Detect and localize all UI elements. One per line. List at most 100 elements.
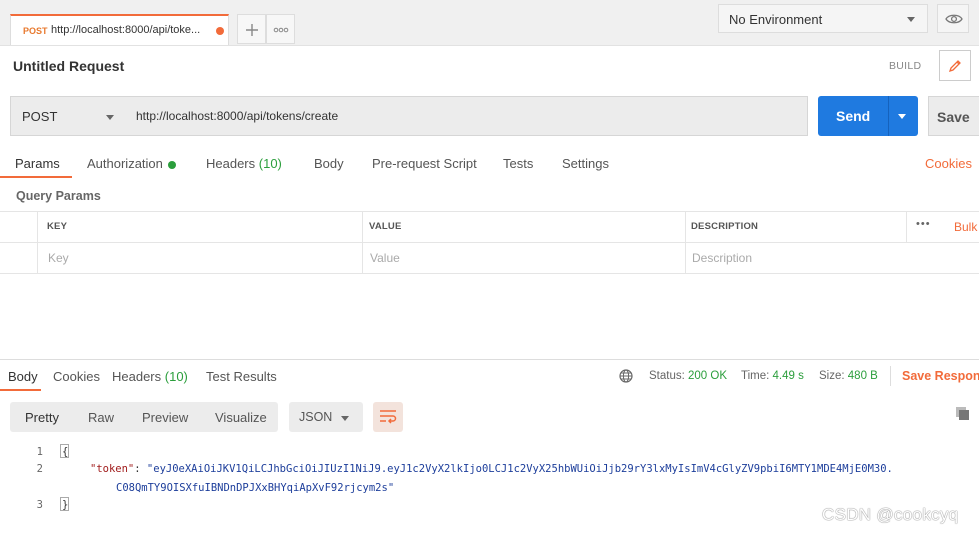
status-dot-icon	[167, 160, 176, 169]
tab-pre-request-label: Pre-request Script	[372, 156, 477, 171]
pencil-icon	[948, 60, 961, 73]
view-mode-group: Pretty Raw Preview Visualize	[10, 402, 278, 432]
column-header-value: VALUE	[369, 221, 402, 232]
json-line-token: "token": "eyJ0eXAiOiJKV1QiLCJhbGciOiJIUz…	[90, 463, 893, 475]
format-select[interactable]: JSON	[289, 402, 363, 432]
save-button[interactable]: Save	[928, 96, 979, 136]
request-tab[interactable]: POST http://localhost:8000/api/toke...	[10, 14, 229, 45]
response-divider	[0, 359, 979, 360]
wrap-icon	[380, 410, 397, 424]
format-label: JSON	[299, 410, 333, 424]
line-number: 1	[36, 446, 43, 458]
request-title[interactable]: Untitled Request	[13, 58, 124, 74]
tab-tests-label: Tests	[503, 156, 534, 171]
active-tab-indicator	[0, 389, 41, 391]
tab-params-label: Params	[15, 156, 60, 171]
response-tab-headers-count: (10)	[164, 369, 188, 384]
globe-icon[interactable]	[619, 369, 633, 383]
view-mode-pretty[interactable]: Pretty	[25, 410, 59, 425]
table-options-icon[interactable]: •••	[916, 218, 931, 230]
cookies-link[interactable]: Cookies	[925, 156, 972, 171]
size-readout: Size: 480 B	[819, 370, 878, 382]
column-header-description: DESCRIPTION	[691, 221, 759, 232]
send-label: Send	[836, 108, 871, 124]
time-label: Time:	[741, 370, 770, 382]
tab-pre-request-script[interactable]: Pre-request Script	[372, 156, 477, 171]
json-close-brace: }	[62, 499, 69, 511]
bulk-edit-link[interactable]: Bulk	[954, 220, 977, 234]
status-label: Status:	[649, 370, 685, 382]
chevron-down-icon	[106, 115, 114, 120]
time-readout: Time: 4.49 s	[741, 370, 804, 382]
param-description-input[interactable]: Description	[692, 251, 752, 265]
view-mode-visualize[interactable]: Visualize	[215, 410, 267, 425]
view-mode-raw[interactable]: Raw	[88, 410, 114, 425]
edit-button[interactable]	[939, 50, 971, 81]
tab-headers-count: (10)	[258, 156, 282, 171]
unsaved-dot-icon	[216, 27, 224, 35]
watermark: CSDN @cookcyq	[822, 505, 959, 524]
column-header-key: KEY	[47, 221, 68, 232]
tab-headers-label: Headers	[206, 156, 256, 171]
json-colon: :	[134, 463, 147, 475]
tab-params[interactable]: Params	[15, 156, 60, 171]
query-params-heading: Query Params	[16, 189, 101, 203]
json-value-continued: C08QmTY9OISXfuIBNDnDPJXxBHYqiApXvF92rjcy…	[116, 482, 395, 494]
ellipsis-icon	[273, 27, 288, 33]
request-tab-method: POST	[23, 26, 48, 36]
line-number: 3	[36, 499, 43, 511]
column-divider	[685, 211, 686, 273]
tab-headers[interactable]: Headers (10)	[206, 156, 282, 171]
environment-select[interactable]: No Environment	[718, 4, 928, 33]
copy-icon[interactable]	[955, 406, 971, 422]
wrap-lines-button[interactable]	[373, 402, 403, 432]
chevron-down-icon	[341, 416, 349, 421]
tab-settings[interactable]: Settings	[562, 156, 609, 171]
method-select[interactable]: POST	[10, 96, 126, 136]
tab-authorization-label: Authorization	[87, 156, 163, 171]
tab-body[interactable]: Body	[314, 156, 344, 171]
tab-settings-label: Settings	[562, 156, 609, 171]
response-tab-test-results[interactable]: Test Results	[206, 369, 277, 384]
param-key-input[interactable]: Key	[48, 251, 69, 265]
response-tab-headers-label: Headers	[112, 369, 162, 384]
line-number: 2	[36, 463, 43, 475]
response-tab-cookies[interactable]: Cookies	[53, 369, 100, 384]
table-border-bottom	[0, 273, 979, 274]
chevron-down-icon	[907, 17, 915, 22]
tab-authorization[interactable]: Authorization	[87, 156, 176, 171]
view-mode-preview[interactable]: Preview	[142, 410, 188, 425]
response-tab-headers[interactable]: Headers (10)	[112, 369, 188, 384]
url-input[interactable]: http://localhost:8000/api/tokens/create	[125, 96, 808, 136]
save-response-button[interactable]: Save Respons	[902, 369, 979, 383]
url-value: http://localhost:8000/api/tokens/create	[136, 109, 339, 123]
table-header-border	[0, 242, 979, 243]
environment-label: No Environment	[729, 12, 823, 27]
active-tab-indicator	[0, 176, 72, 178]
build-label: BUILD	[889, 60, 922, 72]
send-button[interactable]: Send	[818, 96, 918, 136]
save-label: Save	[937, 109, 970, 125]
table-border-top	[0, 211, 979, 212]
json-open-brace: {	[62, 446, 69, 458]
size-value: 480 B	[847, 370, 878, 382]
size-label: Size:	[819, 370, 845, 382]
new-tab-button[interactable]	[237, 14, 266, 44]
more-tabs-button[interactable]	[266, 14, 295, 44]
status-readout: Status: 200 OK	[649, 370, 727, 382]
divider	[890, 366, 891, 386]
chevron-down-icon[interactable]	[898, 114, 906, 119]
column-divider	[362, 211, 363, 273]
tab-body-label: Body	[314, 156, 344, 171]
request-tab-url: http://localhost:8000/api/toke...	[51, 24, 201, 36]
tab-tests[interactable]: Tests	[503, 156, 533, 171]
response-tab-body[interactable]: Body	[8, 369, 38, 384]
method-label: POST	[22, 109, 58, 124]
environment-quick-look-button[interactable]	[937, 4, 969, 33]
column-divider	[37, 211, 38, 273]
json-value: "eyJ0eXAiOiJKV1QiLCJhbGciOiJIUzI1NiJ9.ey…	[146, 463, 893, 475]
param-value-input[interactable]: Value	[370, 251, 400, 265]
status-value: 200 OK	[688, 370, 728, 382]
plus-icon	[245, 24, 258, 36]
column-divider	[906, 211, 907, 242]
